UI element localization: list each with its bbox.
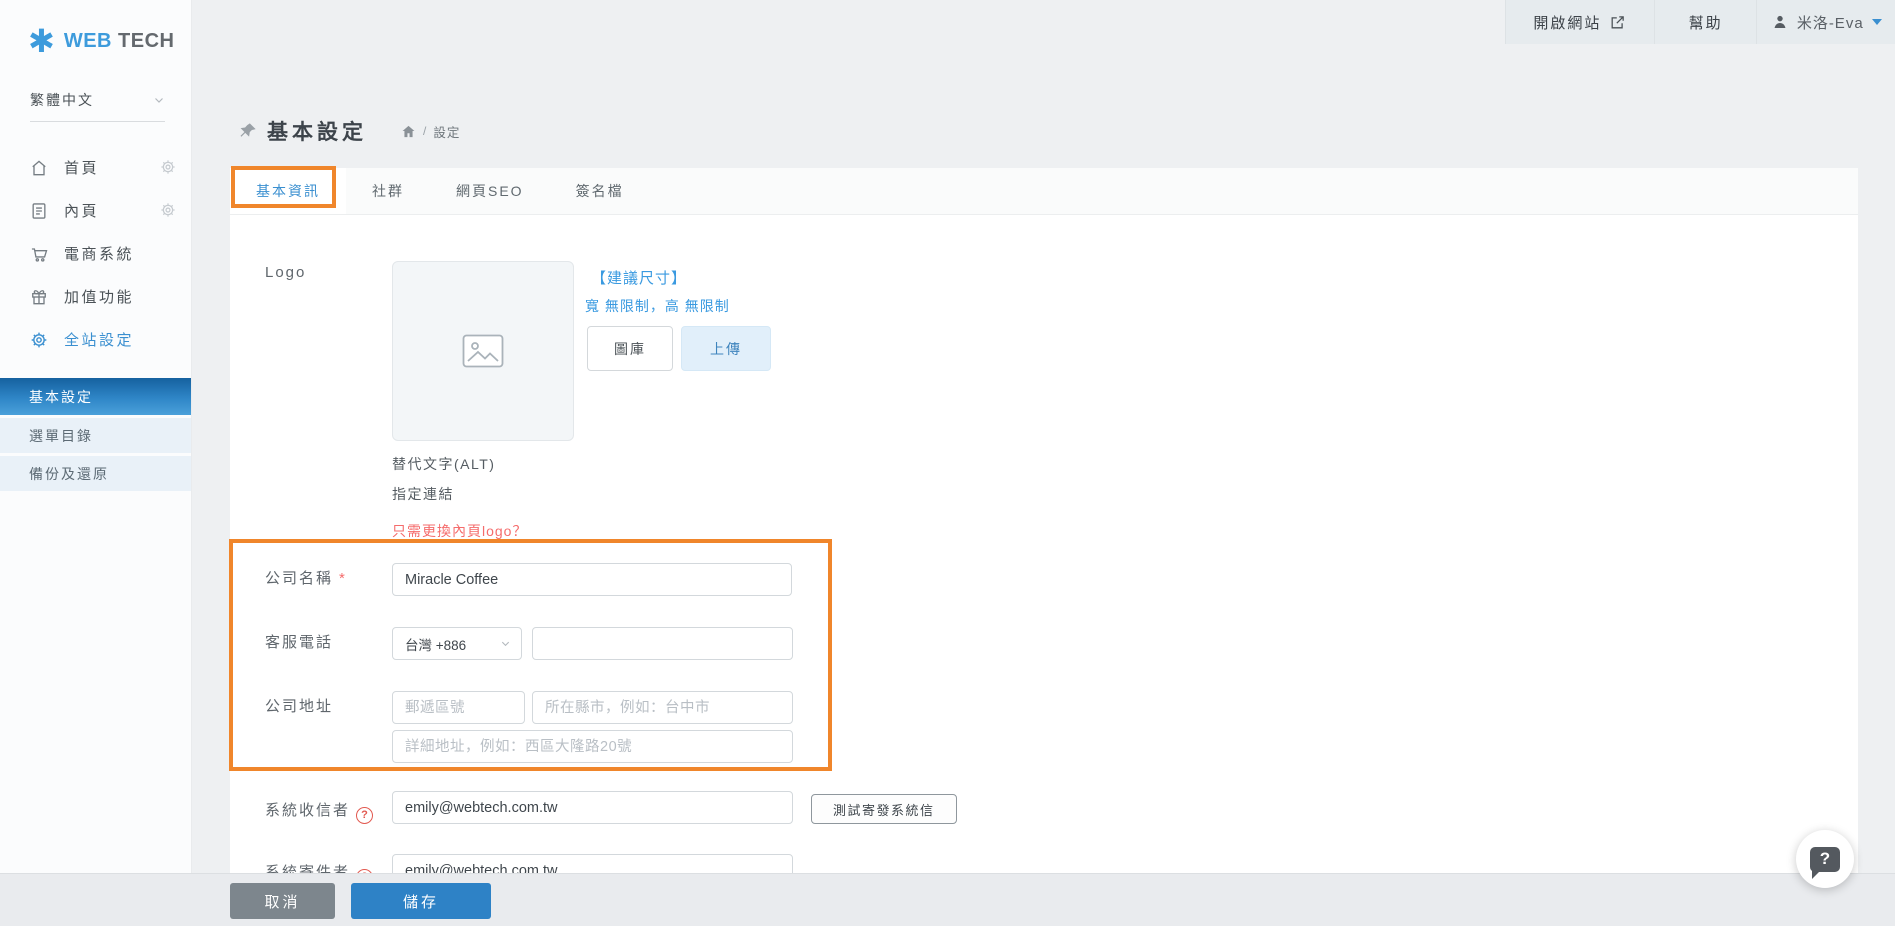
change-inner-logo-link[interactable]: 只需更換內頁logo？ bbox=[392, 521, 527, 541]
cancel-button[interactable]: 取消 bbox=[230, 883, 335, 919]
user-menu[interactable]: 米洛-Eva bbox=[1756, 0, 1895, 44]
person-icon bbox=[1774, 15, 1786, 28]
home-icon[interactable] bbox=[401, 124, 416, 139]
chevron-down-icon bbox=[501, 641, 510, 647]
sidebar-item-site-settings[interactable]: 全站設定 bbox=[0, 318, 191, 361]
help-menu-button[interactable]: 幫助 bbox=[1653, 0, 1757, 44]
sidebar-subitem-backup-restore[interactable]: 備份及還原 bbox=[0, 456, 191, 491]
tab-basic-info[interactable]: 基本資訊 bbox=[230, 168, 346, 214]
required-asterisk: * bbox=[339, 570, 345, 587]
breadcrumb: / 設定 bbox=[401, 122, 460, 141]
image-placeholder-icon bbox=[462, 334, 504, 368]
breadcrumb-separator: / bbox=[423, 124, 427, 138]
detail-address-input[interactable] bbox=[392, 730, 793, 763]
brand-name: WEB TECH bbox=[64, 30, 175, 53]
system-receiver-label-text: 系統收信者 bbox=[265, 802, 351, 819]
sidebar-item-addons[interactable]: 加值功能 bbox=[0, 275, 191, 318]
asterisk-logo-icon: ✱ bbox=[28, 23, 55, 59]
sidebar-item-label: 電商系統 bbox=[64, 246, 135, 263]
sidebar-item-label: 全站設定 bbox=[64, 332, 135, 349]
tab-seo[interactable]: 網頁SEO bbox=[430, 168, 550, 214]
sidebar-menu: 首頁 內頁 電商系統 加值功能 全站設定 基本設定 選單目錄 備份及還原 bbox=[0, 146, 191, 491]
company-address-label: 公司地址 bbox=[265, 698, 334, 715]
tab-social[interactable]: 社群 bbox=[346, 168, 430, 214]
gallery-button[interactable]: 圖庫 bbox=[587, 326, 673, 371]
username: 米洛-Eva bbox=[1796, 14, 1864, 32]
system-sender-label: 系統寄件者? bbox=[265, 861, 374, 873]
tabbar: 基本資訊 社群 網頁SEO 簽名檔 bbox=[230, 168, 1858, 215]
question-bubble-icon: ? bbox=[1810, 846, 1840, 879]
sidebar-item-ecommerce[interactable]: 電商系統 bbox=[0, 232, 191, 275]
system-receiver-input[interactable] bbox=[392, 791, 793, 824]
open-website-label: 開啟網站 bbox=[1533, 14, 1602, 32]
country-code-select[interactable]: 台灣 +886 bbox=[392, 627, 522, 660]
zip-code-input[interactable] bbox=[392, 691, 525, 724]
brand-logo: ✱ WEB TECH bbox=[0, 0, 191, 59]
sidebar-item-label: 首頁 bbox=[64, 160, 100, 177]
sidebar-item-label: 加值功能 bbox=[64, 289, 135, 306]
chevron-down-icon bbox=[155, 98, 163, 103]
sidebar-item-inner-pages[interactable]: 內頁 bbox=[0, 189, 191, 232]
footer-action-bar: 取消 儲存 bbox=[0, 873, 1895, 926]
pushpin-icon[interactable] bbox=[238, 121, 258, 141]
settings-card: 基本資訊 社群 網頁SEO 簽名檔 Logo 【建議尺寸】 寬 無限制，高 無限… bbox=[230, 168, 1858, 873]
question-mark: ? bbox=[1819, 849, 1831, 868]
page-icon bbox=[32, 202, 46, 219]
gear-icon[interactable] bbox=[159, 158, 177, 176]
topbar: 開啟網站 幫助 米洛-Eva bbox=[1505, 0, 1895, 44]
suggest-size-title: 【建議尺寸】 bbox=[591, 270, 688, 287]
sidebar-item-label: 內頁 bbox=[64, 203, 100, 220]
gear-icon bbox=[31, 332, 47, 347]
alt-text-label: 替代文字(ALT) bbox=[392, 456, 496, 472]
home-icon bbox=[32, 159, 46, 175]
language-selector[interactable]: 繁體中文 bbox=[30, 90, 165, 122]
tab-signature[interactable]: 簽名檔 bbox=[550, 168, 650, 214]
logo-upload-dropzone[interactable] bbox=[392, 261, 574, 441]
sidebar-subitem-menu-directory[interactable]: 選單目錄 bbox=[0, 418, 191, 453]
city-input[interactable] bbox=[532, 691, 793, 724]
brand-name-secondary: TECH bbox=[118, 29, 175, 52]
external-link-icon bbox=[1611, 15, 1625, 28]
brand-name-primary: WEB bbox=[63, 29, 112, 52]
upload-button[interactable]: 上傳 bbox=[681, 326, 771, 371]
sidebar-subitem-basic-settings[interactable]: 基本設定 bbox=[0, 378, 191, 415]
system-sender-input[interactable] bbox=[392, 854, 793, 873]
language-label: 繁體中文 bbox=[30, 92, 94, 108]
sidebar-submenu: 基本設定 選單目錄 備份及還原 bbox=[0, 378, 191, 491]
breadcrumb-current[interactable]: 設定 bbox=[433, 122, 460, 141]
gear-icon[interactable] bbox=[159, 201, 177, 219]
save-button[interactable]: 儲存 bbox=[351, 883, 491, 919]
question-circle-icon[interactable]: ? bbox=[356, 806, 374, 824]
help-floating-button[interactable]: ? bbox=[1796, 830, 1854, 888]
help-label: 幫助 bbox=[1688, 14, 1723, 32]
service-phone-label: 客服電話 bbox=[265, 634, 334, 651]
country-code-value: 台灣 +886 bbox=[405, 637, 467, 653]
sidebar: ✱ WEB TECH 繁體中文 首頁 內頁 電商系統 加值功能 全站設定 基本設… bbox=[0, 0, 192, 926]
company-name-label-text: 公司名稱 bbox=[265, 570, 334, 587]
page-head: 基本設定 / 設定 bbox=[238, 116, 460, 146]
test-send-system-mail-button[interactable]: 測試寄發系統信 bbox=[811, 794, 957, 824]
system-receiver-label: 系統收信者? bbox=[265, 799, 374, 824]
logo-field-label: Logo bbox=[265, 264, 307, 281]
sidebar-item-home[interactable]: 首頁 bbox=[0, 146, 191, 189]
company-name-input[interactable] bbox=[392, 563, 792, 596]
phone-number-input[interactable] bbox=[532, 627, 793, 660]
caret-down-icon bbox=[1871, 19, 1882, 25]
cart-icon bbox=[31, 247, 48, 262]
system-sender-label-text: 系統寄件者 bbox=[265, 864, 351, 873]
open-website-button[interactable]: 開啟網站 bbox=[1505, 0, 1654, 44]
page-title: 基本設定 bbox=[267, 121, 367, 144]
gift-icon bbox=[32, 289, 46, 304]
suggest-size-text: 寬 無限制，高 無限制 bbox=[585, 298, 730, 314]
company-name-label: 公司名稱 * bbox=[265, 567, 345, 588]
link-label: 指定連結 bbox=[392, 486, 454, 502]
